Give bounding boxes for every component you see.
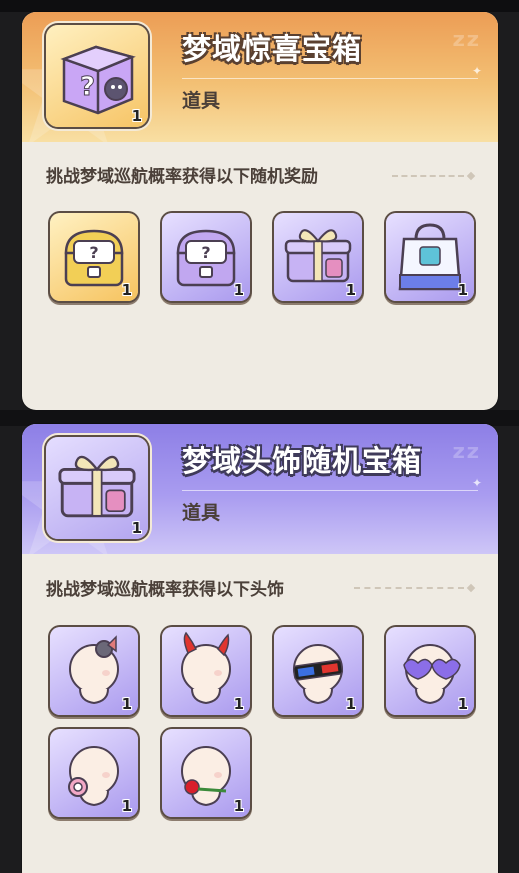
reward-slot-gold-chest[interactable]: 1 (50, 213, 138, 301)
svg-text:?: ? (80, 72, 95, 102)
item-quantity: 1 (457, 695, 468, 713)
dashed-divider (354, 587, 464, 589)
sleep-z-icon: ᶻᶻ (451, 438, 480, 478)
divider-diamond (466, 583, 476, 593)
reward-slot-3d-glasses[interactable]: 1 (274, 627, 362, 715)
item-type-label: 道具 (182, 90, 221, 112)
reward-slot-gift-box[interactable]: 1 (274, 213, 362, 301)
item-quantity: 1 (121, 695, 132, 713)
item-quantity: 1 (121, 797, 132, 815)
divider-diamond (466, 171, 476, 181)
reward-slot-shopping-bag[interactable]: 1 (386, 213, 474, 301)
item-quantity: 1 (233, 281, 244, 299)
panel-header: ★ ᶻᶻ ✦ 1 梦域头饰随机宝箱 道具 (22, 424, 498, 554)
item-quantity: 1 (121, 281, 132, 299)
reward-slot-head-clip[interactable]: 1 (50, 627, 138, 715)
reward-slot-purple-chest[interactable]: 1 (162, 213, 250, 301)
reward-slot-heart-glasses[interactable]: 1 (386, 627, 474, 715)
item-quantity: 1 (131, 107, 142, 125)
item-quantity: 1 (131, 519, 142, 537)
item-quantity: 1 (345, 695, 356, 713)
sleep-z-icon: ᶻᶻ (451, 26, 480, 66)
item-type-label: 道具 (182, 502, 221, 524)
rewards-section-label: 挑战梦域巡航概率获得以下随机奖励 (46, 167, 318, 187)
sparkle-icon: ✦ (471, 64, 482, 78)
item-quantity: 1 (233, 695, 244, 713)
sparkle-icon: ✦ (471, 476, 482, 490)
main-item-slot[interactable]: 1 (46, 437, 148, 539)
reward-slot-pacifier[interactable]: 1 (50, 729, 138, 817)
item-title: 梦域头饰随机宝箱 (182, 444, 423, 478)
top-strip (0, 0, 519, 12)
dashed-divider (392, 175, 464, 177)
item-detail-panel-surprise-box: ★ ᶻᶻ ✦ ? 1 梦域惊喜宝箱 道具 挑战梦域巡航概率获得以下随机奖励 1 … (22, 12, 498, 410)
rewards-section-label: 挑战梦域巡航概率获得以下头饰 (46, 580, 284, 600)
item-detail-panel-headwear-box: ★ ᶻᶻ ✦ 1 梦域头饰随机宝箱 道具 挑战梦域巡航概率获得以下头饰 1 1 (22, 424, 498, 873)
reward-slot-rose[interactable]: 1 (162, 729, 250, 817)
item-quantity: 1 (345, 281, 356, 299)
item-quantity: 1 (457, 281, 468, 299)
main-item-slot[interactable]: ? 1 (46, 25, 148, 127)
item-title: 梦域惊喜宝箱 (182, 32, 363, 66)
item-quantity: 1 (233, 797, 244, 815)
title-divider (182, 490, 478, 491)
panel-header: ★ ᶻᶻ ✦ ? 1 梦域惊喜宝箱 道具 (22, 12, 498, 142)
title-divider (182, 78, 478, 79)
reward-slot-devil-horns[interactable]: 1 (162, 627, 250, 715)
